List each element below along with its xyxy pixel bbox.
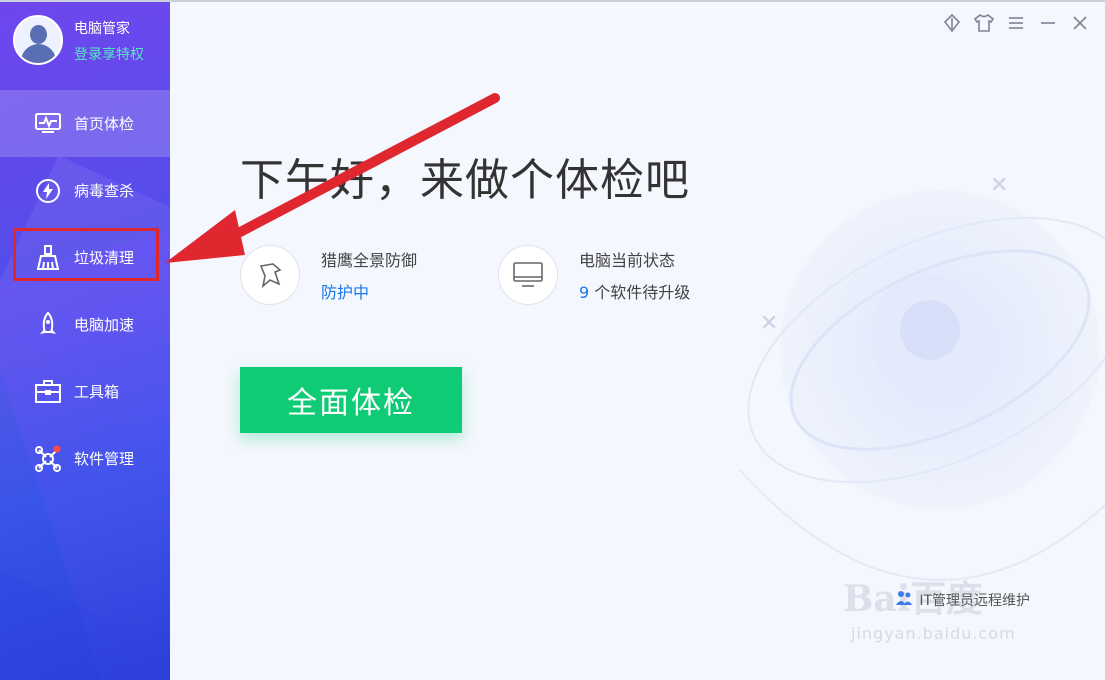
app-window: 电脑管家 登录享特权 首页体检 病毒查杀 垃圾清理 电脑加速 工具箱 软件管理 … [0, 0, 1105, 680]
profile-area: 电脑管家 登录享特权 [0, 0, 170, 90]
sidebar-item-label: 软件管理 [74, 450, 135, 468]
sidebar: 电脑管家 登录享特权 首页体检 病毒查杀 垃圾清理 电脑加速 工具箱 软件管理 [0, 0, 170, 680]
watermark-url: jingyan.baidu.com [851, 624, 1016, 643]
app-name: 电脑管家 [74, 21, 130, 37]
menu-icon[interactable] [1005, 12, 1027, 34]
minimize-icon[interactable] [1037, 12, 1059, 34]
sidebar-item-label: 工具箱 [74, 383, 120, 401]
admin-users-icon [895, 590, 913, 610]
highlight-annotation-box [13, 228, 159, 281]
status-title: 电脑当前状态 [579, 251, 676, 270]
greeting-title: 下午好，来做个体检吧 [240, 155, 690, 206]
status-value[interactable]: 9 个软件待升级 [579, 279, 690, 303]
monitor-icon [498, 245, 558, 305]
toolbox-icon [34, 378, 62, 406]
sidebar-item-speed-up[interactable]: 电脑加速 [0, 291, 170, 358]
lightning-shield-icon [34, 177, 62, 205]
sidebar-item-label: 首页体检 [74, 115, 135, 133]
software-puzzle-icon [34, 445, 62, 473]
main-panel: ✕ ✕ 下午好，来做个体检吧 猎鹰全景防御 防护中 电脑当前状态 9 个软件待升… [170, 0, 1105, 680]
pc-status-card[interactable]: 电脑当前状态 9 个软件待升级 [498, 245, 690, 305]
pending-upgrade-count: 9 [579, 283, 590, 302]
sidebar-item-virus-scan[interactable]: 病毒查杀 [0, 157, 170, 224]
skin-leaf-icon[interactable] [941, 12, 963, 34]
sidebar-item-toolbox[interactable]: 工具箱 [0, 358, 170, 425]
svg-text:✕: ✕ [990, 173, 1008, 198]
svg-text:✕: ✕ [760, 311, 778, 336]
user-avatar-icon[interactable] [13, 15, 63, 65]
remote-maintenance-link[interactable]: IT管理员远程维护 [895, 590, 1030, 610]
remote-maintenance-text: IT管理员远程维护 [919, 593, 1030, 609]
monitor-pulse-icon [34, 110, 62, 138]
protection-status-card[interactable]: 猎鹰全景防御 防护中 [240, 245, 417, 305]
sidebar-item-label: 病毒查杀 [74, 182, 135, 200]
sidebar-item-software-manage[interactable]: 软件管理 [0, 425, 170, 492]
falcon-icon [240, 245, 300, 305]
tshirt-icon[interactable] [973, 12, 995, 34]
pending-upgrade-text: 个软件待升级 [589, 283, 691, 302]
close-icon[interactable] [1069, 12, 1091, 34]
sidebar-nav: 首页体检 病毒查杀 垃圾清理 电脑加速 工具箱 软件管理 [0, 90, 170, 492]
status-value[interactable]: 防护中 [321, 279, 417, 303]
sidebar-item-home-checkup[interactable]: 首页体检 [0, 90, 170, 157]
sidebar-item-label: 电脑加速 [74, 316, 135, 334]
full-checkup-button[interactable]: 全面体检 [240, 367, 462, 433]
status-title: 猎鹰全景防御 [321, 251, 418, 270]
rocket-icon [34, 311, 62, 339]
window-top-border [0, 0, 1105, 2]
window-controls [941, 12, 1091, 34]
login-link[interactable]: 登录享特权 [74, 44, 144, 64]
